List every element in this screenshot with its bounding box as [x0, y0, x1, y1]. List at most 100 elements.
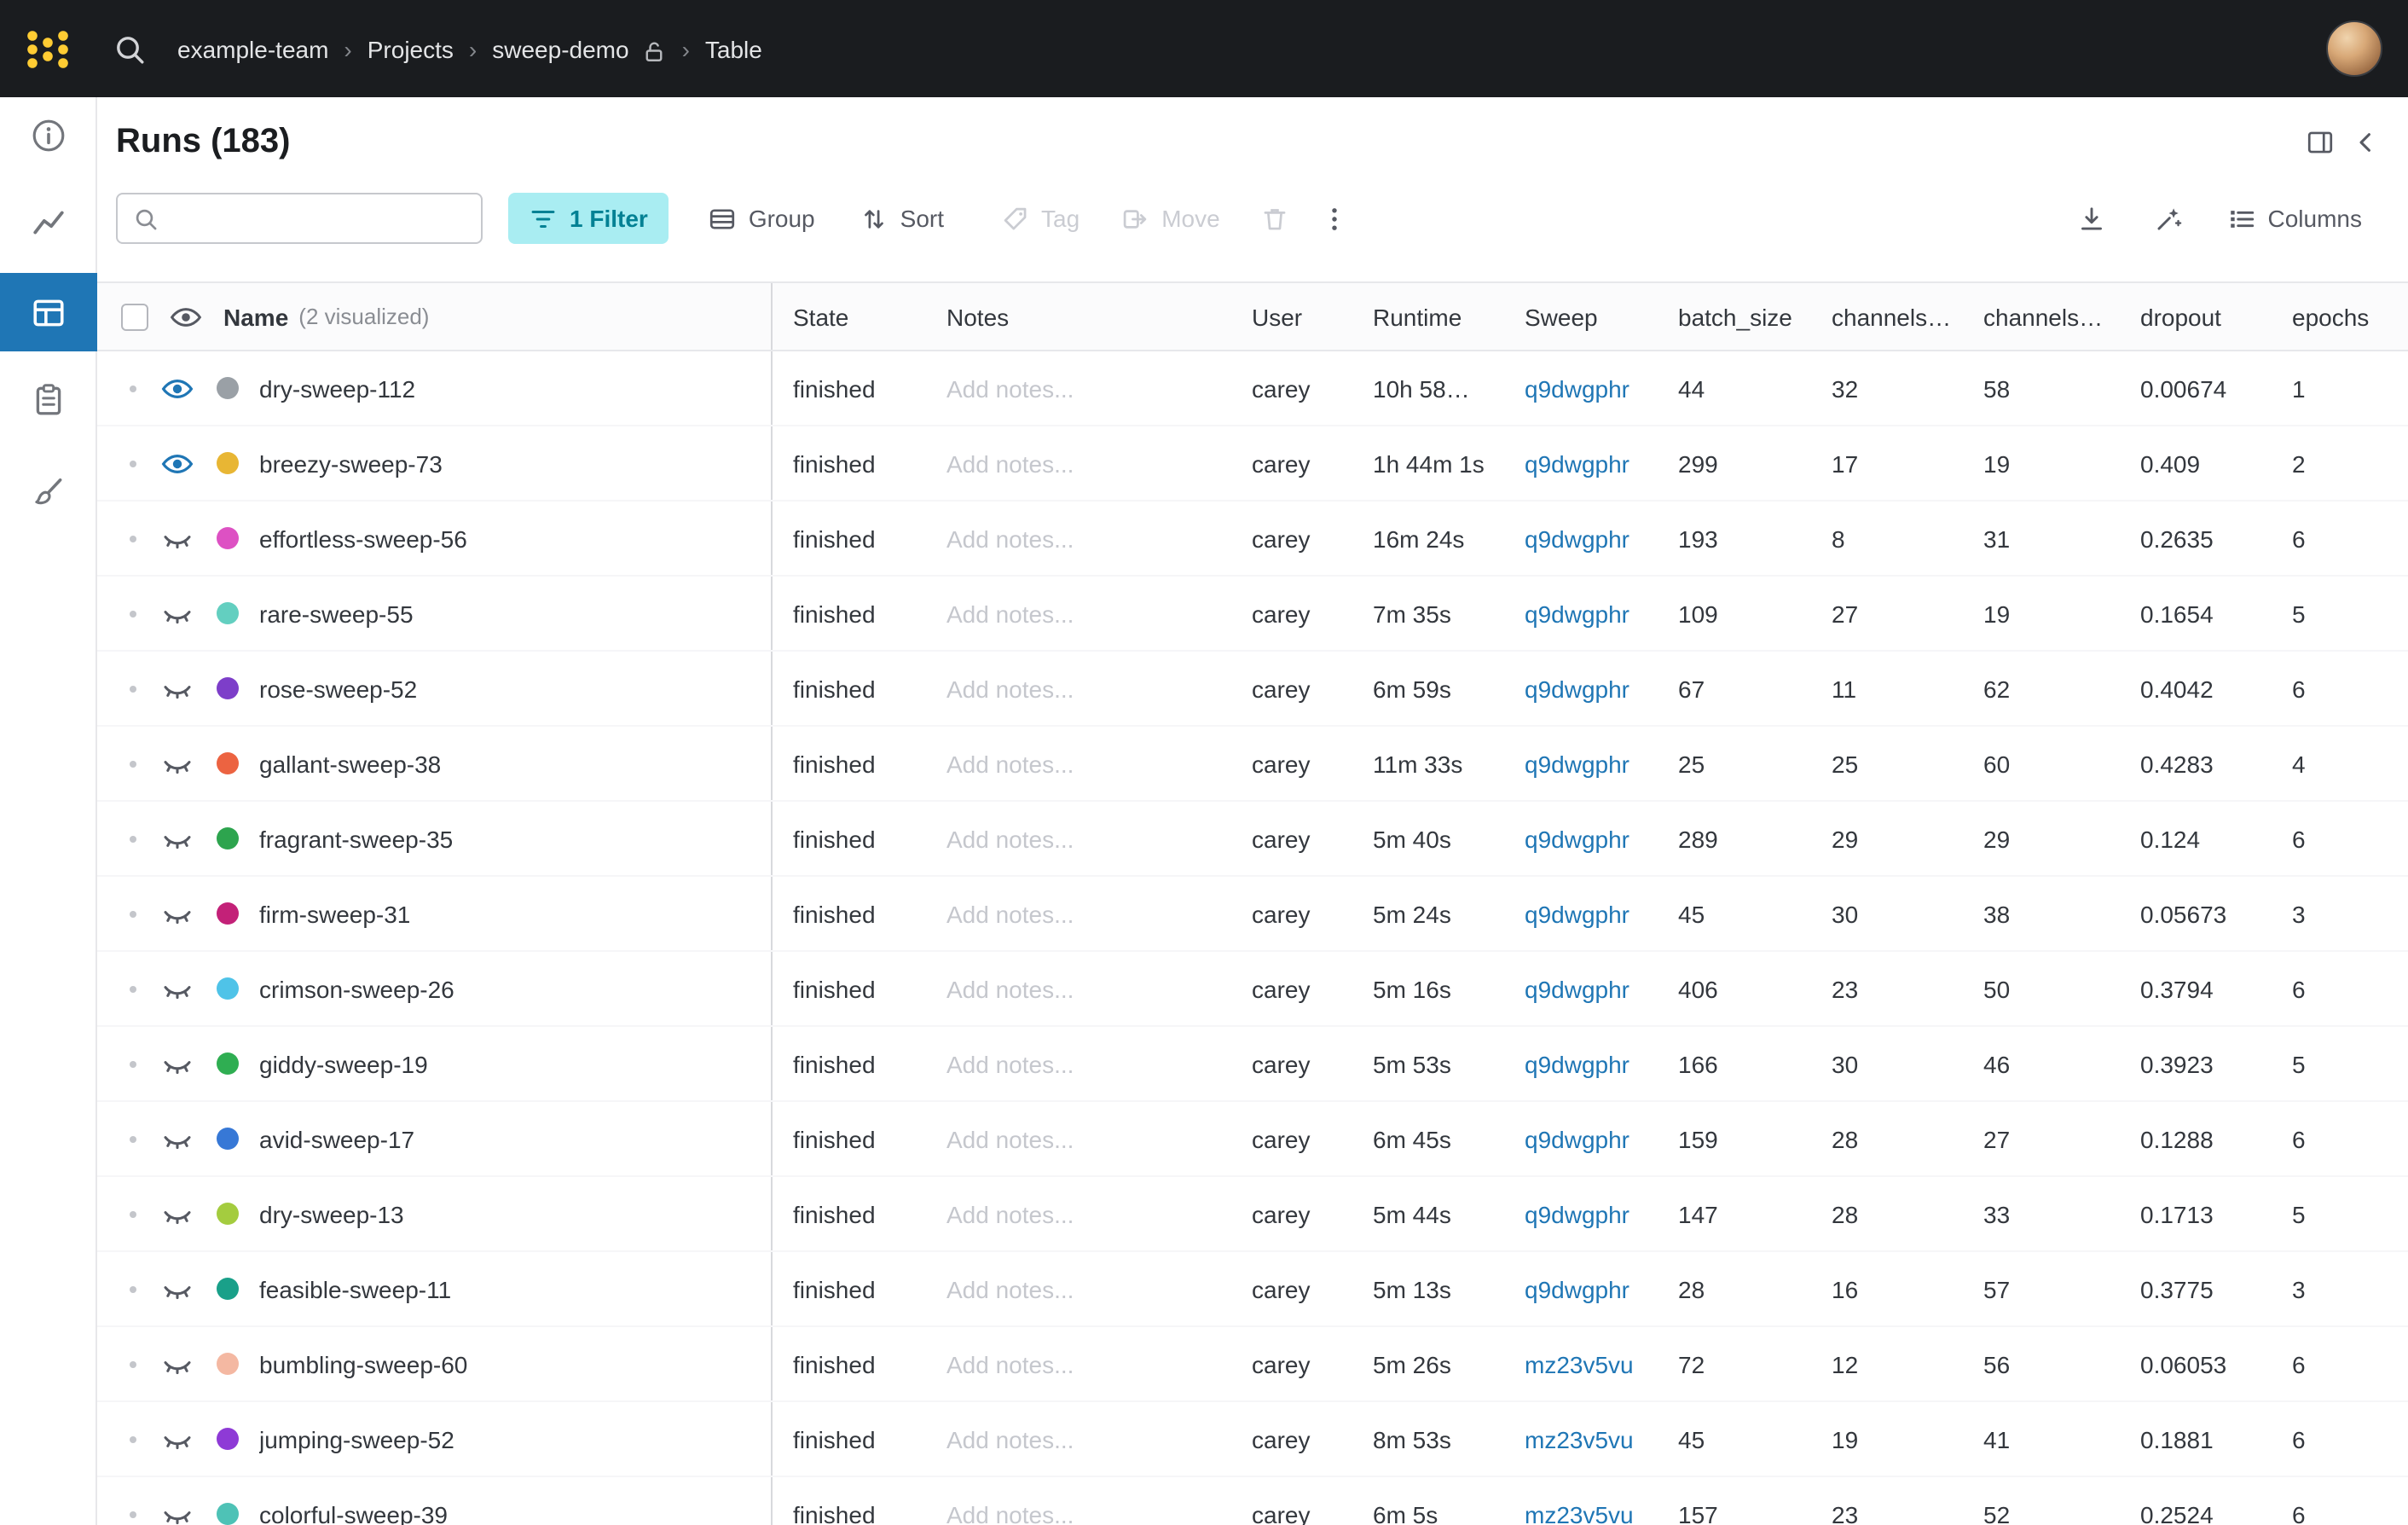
- breadcrumb-projects[interactable]: Projects: [368, 35, 454, 62]
- filter-button[interactable]: 1 Filter: [508, 193, 669, 244]
- drag-handle[interactable]: [130, 1435, 136, 1442]
- sweep-link[interactable]: q9dwgphr: [1525, 1275, 1678, 1302]
- run-name-link[interactable]: feasible-sweep-11: [259, 1275, 451, 1302]
- drag-handle[interactable]: [130, 535, 136, 542]
- column-header-user[interactable]: User: [1252, 303, 1373, 330]
- sidebar-item-logs[interactable]: [0, 362, 97, 437]
- select-all-checkbox[interactable]: [121, 303, 148, 330]
- sweep-link[interactable]: mz23v5vu: [1525, 1425, 1678, 1453]
- column-header-runtime[interactable]: Runtime: [1373, 303, 1525, 330]
- columns-button[interactable]: Columns: [2227, 204, 2363, 233]
- notes-cell[interactable]: Add notes...: [946, 900, 1252, 927]
- run-name-link[interactable]: fragrant-sweep-35: [259, 825, 453, 852]
- drag-handle[interactable]: [130, 385, 136, 391]
- sweep-link[interactable]: q9dwgphr: [1525, 1200, 1678, 1227]
- drag-handle[interactable]: [130, 985, 136, 992]
- sidebar-item-artifacts[interactable]: [0, 454, 97, 529]
- drag-handle[interactable]: [130, 760, 136, 767]
- run-name-link[interactable]: giddy-sweep-19: [259, 1050, 428, 1077]
- notes-cell[interactable]: Add notes...: [946, 525, 1252, 552]
- notes-cell[interactable]: Add notes...: [946, 1125, 1252, 1152]
- run-name-link[interactable]: dry-sweep-112: [259, 374, 415, 402]
- search-input[interactable]: [172, 196, 481, 241]
- sweep-link[interactable]: q9dwgphr: [1525, 675, 1678, 702]
- run-name-link[interactable]: crimson-sweep-26: [259, 975, 454, 1002]
- column-header-dropout[interactable]: dropout: [2140, 303, 2292, 330]
- column-header-notes[interactable]: Notes: [946, 303, 1252, 330]
- eye-icon[interactable]: [169, 299, 203, 333]
- visibility-toggle[interactable]: [160, 596, 194, 630]
- notes-cell[interactable]: Add notes...: [946, 449, 1252, 477]
- notes-cell[interactable]: Add notes...: [946, 975, 1252, 1002]
- run-name-link[interactable]: firm-sweep-31: [259, 900, 410, 927]
- column-header-batch-size[interactable]: batch_size: [1678, 303, 1832, 330]
- visibility-toggle[interactable]: [160, 1122, 194, 1156]
- sidebar-item-charts[interactable]: [0, 184, 97, 259]
- notes-cell[interactable]: Add notes...: [946, 750, 1252, 777]
- sweep-link[interactable]: q9dwgphr: [1525, 1125, 1678, 1152]
- visibility-toggle[interactable]: [160, 446, 194, 480]
- run-name-link[interactable]: effortless-sweep-56: [259, 525, 467, 552]
- drag-handle[interactable]: [130, 1285, 136, 1292]
- drag-handle[interactable]: [130, 460, 136, 467]
- visibility-toggle[interactable]: [160, 1422, 194, 1456]
- visibility-toggle[interactable]: [160, 1497, 194, 1525]
- visibility-toggle[interactable]: [160, 1272, 194, 1306]
- run-name-link[interactable]: colorful-sweep-39: [259, 1500, 448, 1525]
- drag-handle[interactable]: [130, 1360, 136, 1367]
- breadcrumb-team[interactable]: example-team: [177, 35, 328, 62]
- sort-button[interactable]: Sort: [860, 204, 944, 233]
- drag-handle[interactable]: [130, 1060, 136, 1067]
- notes-cell[interactable]: Add notes...: [946, 374, 1252, 402]
- sweep-link[interactable]: q9dwgphr: [1525, 975, 1678, 1002]
- sweep-link[interactable]: q9dwgphr: [1525, 374, 1678, 402]
- column-header-state[interactable]: State: [793, 303, 946, 330]
- sweep-link[interactable]: q9dwgphr: [1525, 525, 1678, 552]
- breadcrumb-project[interactable]: sweep-demo: [492, 35, 628, 62]
- run-name-link[interactable]: jumping-sweep-52: [259, 1425, 454, 1453]
- sweep-link[interactable]: mz23v5vu: [1525, 1350, 1678, 1377]
- sidebar-item-table[interactable]: [0, 273, 97, 351]
- sweep-link[interactable]: q9dwgphr: [1525, 449, 1678, 477]
- move-button[interactable]: Move: [1120, 204, 1219, 233]
- sweep-link[interactable]: q9dwgphr: [1525, 1050, 1678, 1077]
- visibility-toggle[interactable]: [160, 1197, 194, 1231]
- panel-layout-icon[interactable]: [2306, 127, 2335, 156]
- notes-cell[interactable]: Add notes...: [946, 1275, 1252, 1302]
- column-header-channels-2[interactable]: channels…: [1983, 303, 2140, 330]
- tag-button[interactable]: Tag: [1000, 204, 1080, 233]
- sidebar-item-overview[interactable]: [0, 97, 97, 172]
- wandb-logo[interactable]: [24, 25, 72, 72]
- visibility-toggle[interactable]: [160, 971, 194, 1006]
- run-name-link[interactable]: avid-sweep-17: [259, 1125, 414, 1152]
- sweep-link[interactable]: q9dwgphr: [1525, 750, 1678, 777]
- run-name-link[interactable]: dry-sweep-13: [259, 1200, 404, 1227]
- column-header-channels-1[interactable]: channels…: [1832, 303, 1983, 330]
- name-column-header[interactable]: Name: [223, 303, 288, 330]
- avatar[interactable]: [2326, 20, 2382, 77]
- visibility-toggle[interactable]: [160, 821, 194, 855]
- breadcrumb-page[interactable]: Table: [705, 35, 762, 62]
- visibility-toggle[interactable]: [160, 1047, 194, 1081]
- drag-handle[interactable]: [130, 910, 136, 917]
- chevron-left-icon[interactable]: [2352, 127, 2381, 156]
- run-name-link[interactable]: bumbling-sweep-60: [259, 1350, 467, 1377]
- more-options-button[interactable]: [1321, 204, 1350, 233]
- sweep-link[interactable]: q9dwgphr: [1525, 600, 1678, 627]
- column-header-sweep[interactable]: Sweep: [1525, 303, 1678, 330]
- notes-cell[interactable]: Add notes...: [946, 1500, 1252, 1525]
- run-name-link[interactable]: rose-sweep-52: [259, 675, 417, 702]
- sweep-wand-button[interactable]: [2154, 204, 2183, 233]
- visibility-toggle[interactable]: [160, 371, 194, 405]
- notes-cell[interactable]: Add notes...: [946, 1350, 1252, 1377]
- drag-handle[interactable]: [130, 1135, 136, 1142]
- search-icon[interactable]: [113, 32, 147, 66]
- visibility-toggle[interactable]: [160, 746, 194, 780]
- visibility-toggle[interactable]: [160, 896, 194, 931]
- group-button[interactable]: Group: [708, 204, 815, 233]
- delete-button[interactable]: [1261, 204, 1290, 233]
- column-header-epochs[interactable]: epochs: [2292, 303, 2408, 330]
- visibility-toggle[interactable]: [160, 671, 194, 705]
- visibility-toggle[interactable]: [160, 1347, 194, 1381]
- notes-cell[interactable]: Add notes...: [946, 1425, 1252, 1453]
